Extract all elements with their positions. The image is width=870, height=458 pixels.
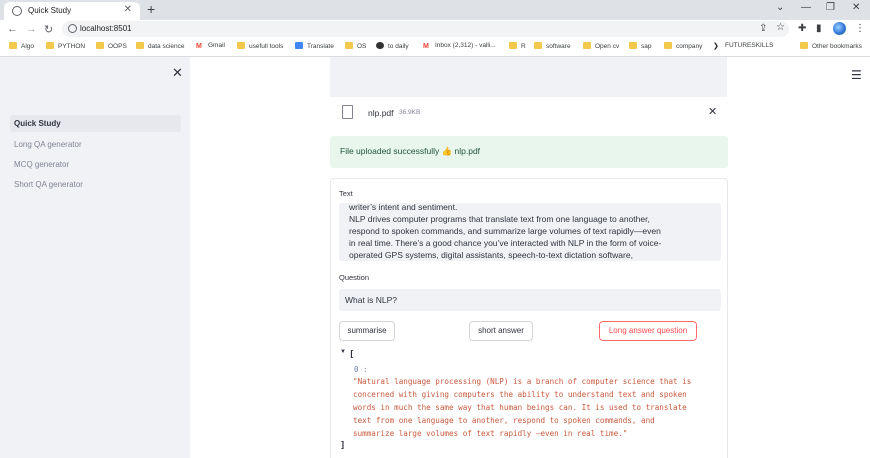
folder-icon <box>136 42 144 49</box>
json-open-bracket: [ <box>349 350 355 360</box>
summarise-button[interactable]: summarise <box>339 321 395 341</box>
browser-tab-bar: Quick Study ✕ + ⌄ — ❐ ✕ <box>0 0 870 20</box>
bookmark-link[interactable]: M Gmail <box>196 42 225 54</box>
bookmark-folder[interactable]: OS <box>345 42 366 54</box>
folder-icon <box>237 42 245 49</box>
short-answer-button[interactable]: short answer <box>469 321 533 341</box>
bookmark-folder[interactable]: software <box>534 42 571 54</box>
back-arrow-icon[interactable]: ← <box>7 23 18 35</box>
json-value-line: summarize large volumes of text rapidly … <box>353 429 628 438</box>
star-icon[interactable]: ☆ <box>776 22 785 33</box>
bookmark-folder[interactable]: Open cv <box>583 42 619 54</box>
folder-icon <box>96 42 104 49</box>
bookmark-link[interactable]: to daily <box>376 42 409 54</box>
bookmark-folder[interactable]: PYTHON <box>46 42 85 54</box>
extensions-icon[interactable]: ✚ <box>798 23 806 34</box>
forward-arrow-icon[interactable]: → <box>26 23 37 35</box>
file-name: nlp.pdf <box>368 108 394 118</box>
question-input[interactable]: What is NLP? <box>339 289 721 311</box>
folder-icon <box>509 42 517 49</box>
chevron-right-icon: ❯ <box>713 43 719 50</box>
question-label: Question <box>339 273 370 282</box>
file-icon <box>342 105 353 119</box>
chevron-down-icon[interactable]: ⌄ <box>776 2 784 13</box>
sidebar: ✕ Quick Study Long QA generator MCQ gene… <box>0 57 190 458</box>
bookmark-folder[interactable]: data science <box>136 42 185 54</box>
folder-icon <box>629 42 637 49</box>
text-line: operated GPS systems, digital assistants… <box>349 250 633 260</box>
json-close-bracket: ] <box>340 441 346 451</box>
hamburger-menu-icon[interactable]: ☰ <box>851 68 862 82</box>
json-index: 0 : <box>354 365 368 374</box>
other-bookmarks[interactable]: Other bookmarks <box>800 42 862 54</box>
text-line: NLP drives computer programs that transl… <box>349 214 650 224</box>
browser-tab[interactable]: Quick Study ✕ <box>4 2 140 20</box>
uploaded-file-row: nlp.pdf 36.9KB ✕ <box>330 97 727 129</box>
bookmark-folder[interactable]: sap <box>629 42 651 54</box>
browser-toolbar: ← → ↻ localhost:8501 ⇪ ☆ <box>0 20 870 39</box>
success-message: File uploaded successfully 👍 nlp.pdf <box>340 146 481 156</box>
close-sidebar-icon[interactable]: ✕ <box>172 65 183 81</box>
bookmark-link[interactable]: ❯ FUTURESKILLS <box>713 42 773 54</box>
globe-icon <box>12 6 22 16</box>
json-value-line: words in much the same way that human be… <box>353 403 687 412</box>
share-icon[interactable]: ⇪ <box>759 23 767 34</box>
collapse-triangle-icon[interactable]: ▼ <box>340 349 346 355</box>
bookmark-folder[interactable]: company <box>664 42 702 54</box>
text-line: respond to spoken commands, and summariz… <box>349 226 661 236</box>
json-value-line: text from one language to another, respo… <box>353 416 655 425</box>
sidebar-item-quick-study[interactable]: Quick Study <box>10 115 181 132</box>
success-alert: File uploaded successfully 👍 nlp.pdf <box>330 136 728 168</box>
url-text: localhost:8501 <box>80 24 132 33</box>
file-size: 36.9KB <box>399 109 421 116</box>
bookmark-folder[interactable]: OOPS <box>96 42 127 54</box>
side-panel-icon[interactable]: ▮ <box>816 23 822 34</box>
bookmark-folder[interactable]: R <box>509 42 526 54</box>
bookmark-link[interactable]: M Inbox (2,312) - valli... <box>423 42 496 54</box>
bookmark-link[interactable]: Translate <box>295 42 334 54</box>
folder-icon <box>534 42 542 49</box>
long-answer-button[interactable]: Long answer question <box>599 321 697 341</box>
sidebar-item-mcq[interactable]: MCQ generator <box>10 156 181 173</box>
new-tab-button[interactable]: + <box>147 1 155 17</box>
folder-icon <box>800 42 808 49</box>
profile-avatar[interactable] <box>833 22 846 35</box>
json-value-line: concerned with giving computers the abil… <box>353 390 687 399</box>
text-label: Text <box>339 189 353 198</box>
file-uploader-dropzone[interactable] <box>330 57 727 97</box>
remove-file-icon[interactable]: ✕ <box>708 105 717 118</box>
notion-icon <box>376 42 384 49</box>
text-area[interactable]: writer’s intent and sentiment. NLP drive… <box>339 203 721 261</box>
text-line: in real time. There’s a good chance you’… <box>349 238 662 248</box>
folder-icon <box>345 42 353 49</box>
tab-title: Quick Study <box>28 6 72 15</box>
close-tab-icon[interactable]: ✕ <box>124 4 132 15</box>
bookmark-folder[interactable]: Algo <box>9 42 34 54</box>
bookmark-folder[interactable]: usefull tools <box>237 42 283 54</box>
gmail-icon: M <box>196 43 202 50</box>
sidebar-item-short-qa[interactable]: Short QA generator <box>10 176 181 193</box>
sidebar-item-long-qa[interactable]: Long QA generator <box>10 136 181 153</box>
folder-icon <box>583 42 591 49</box>
bookmarks-bar: Algo PYTHON OOPS data science M Gmail use… <box>0 39 870 57</box>
kebab-menu-icon[interactable]: ⋮ <box>855 23 865 34</box>
question-value: What is NLP? <box>345 295 397 305</box>
text-line: writer’s intent and sentiment. <box>349 203 458 212</box>
folder-icon <box>664 42 672 49</box>
minimize-button[interactable]: — <box>801 2 811 13</box>
translate-icon <box>295 42 303 49</box>
gmail-icon: M <box>423 43 429 50</box>
reload-icon[interactable]: ↻ <box>44 23 53 36</box>
json-value-line: "Natural language processing (NLP) is a … <box>353 377 692 386</box>
maximize-button[interactable]: ❐ <box>826 2 835 13</box>
folder-icon <box>46 42 54 49</box>
folder-icon <box>9 42 17 49</box>
site-info-icon[interactable] <box>68 24 77 33</box>
address-bar[interactable]: localhost:8501 ⇪ ☆ <box>62 21 789 37</box>
close-window-button[interactable]: ✕ <box>852 2 860 13</box>
